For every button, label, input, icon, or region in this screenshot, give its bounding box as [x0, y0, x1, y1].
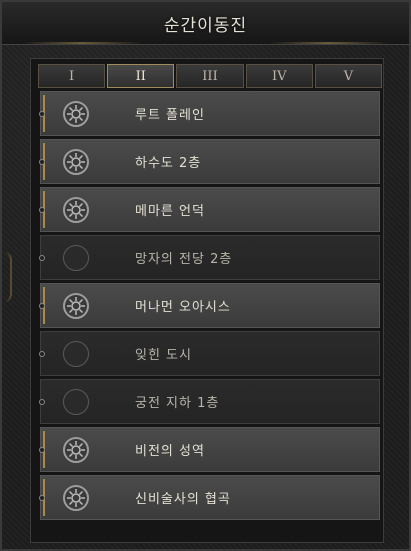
- tab-act-2[interactable]: II: [107, 64, 175, 88]
- waypoint-gear-icon: [63, 100, 89, 127]
- waypoint-row[interactable]: 하수도 2층: [39, 139, 380, 184]
- waypoint-row[interactable]: 머나먼 오아시스: [39, 283, 380, 328]
- waypoint-row[interactable]: 비전의 성역: [39, 427, 380, 472]
- tab-label: IV: [271, 68, 287, 84]
- act-tabs: I II III IV V: [38, 64, 383, 88]
- tab-label: V: [343, 68, 354, 84]
- waypoint-empty-icon: [63, 244, 89, 271]
- waypoint-gear-icon: [63, 436, 89, 463]
- waypoint-name: 망자의 전당 2층: [135, 252, 233, 267]
- tab-act-3[interactable]: III: [176, 64, 244, 88]
- waypoint-gear-icon: [63, 196, 89, 223]
- waypoint-gear-icon: [63, 148, 89, 175]
- row-knob: [39, 447, 45, 453]
- waypoint-name: 잊힌 도시: [135, 348, 192, 363]
- tab-act-1[interactable]: I: [38, 64, 106, 88]
- waypoint-name: 하수도 2층: [135, 156, 202, 171]
- waypoint-gear-icon: [63, 484, 89, 511]
- waypoint-row[interactable]: 루트 폴레인: [39, 91, 380, 136]
- waypoint-name: 메마른 언덕: [135, 204, 205, 219]
- waypoint-row[interactable]: 망자의 전당 2층: [39, 235, 380, 280]
- row-knob: [39, 255, 45, 261]
- tab-label: I: [69, 68, 75, 84]
- tab-act-5[interactable]: V: [314, 64, 383, 88]
- window-title: 순간이동진: [163, 15, 248, 36]
- row-knob: [39, 399, 45, 405]
- row-knob: [39, 495, 45, 501]
- frame-ornament: [2, 252, 12, 302]
- waypoint-name: 비전의 성역: [135, 444, 205, 459]
- waypoint-gear-icon: [63, 292, 89, 319]
- row-knob: [39, 111, 45, 117]
- waypoint-name: 신비술사의 협곡: [135, 492, 231, 507]
- tab-label: II: [135, 68, 146, 84]
- waypoint-row[interactable]: 메마른 언덕: [39, 187, 380, 232]
- waypoint-name: 머나먼 오아시스: [135, 300, 231, 315]
- row-knob: [39, 159, 45, 165]
- row-knob: [39, 351, 45, 357]
- row-knob: [39, 207, 45, 213]
- waypoint-name: 궁전 지하 1층: [135, 396, 220, 411]
- tab-act-4[interactable]: IV: [245, 64, 313, 88]
- waypoint-empty-icon: [63, 388, 89, 415]
- titlebar: 순간이동진: [2, 2, 409, 45]
- waypoint-row[interactable]: 신비술사의 협곡: [39, 475, 380, 520]
- waypoint-list: 루트 폴레인 하수도 2층 메마른 언덕 망자의 전당 2층 머나먼 오아시스 …: [39, 91, 380, 523]
- waypoint-row[interactable]: 잊힌 도시: [39, 331, 380, 376]
- waypoint-empty-icon: [63, 340, 89, 367]
- waypoint-name: 루트 폴레인: [135, 108, 205, 123]
- tab-label: III: [202, 68, 218, 84]
- row-knob: [39, 303, 45, 309]
- waypoint-row[interactable]: 궁전 지하 1층: [39, 379, 380, 424]
